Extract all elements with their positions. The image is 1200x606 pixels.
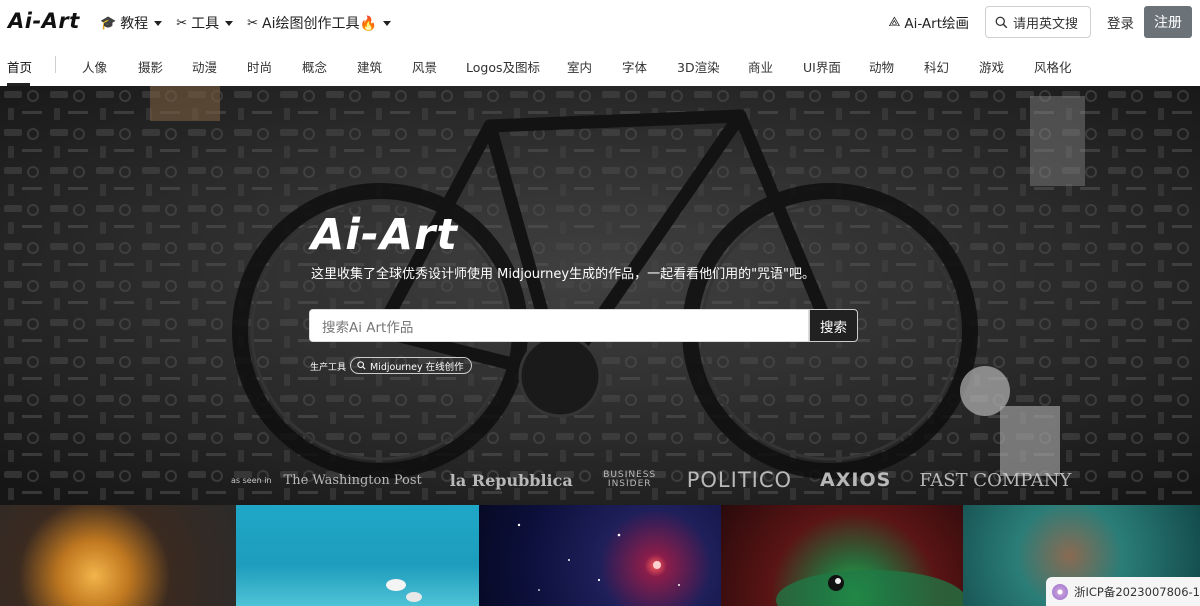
artwork-search-input[interactable]: 搜索Ai Art作品	[309, 309, 809, 342]
icp-badge-icon	[1052, 583, 1068, 600]
search-icon	[995, 16, 1008, 28]
register-button[interactable]: 注册	[1144, 6, 1192, 38]
press-logo-business-insider: BUSINESS INSIDER	[603, 470, 657, 489]
login-link[interactable]: 登录	[1107, 12, 1134, 32]
gallery-item[interactable]	[236, 505, 479, 606]
press-logo-fast-company: FAST COMPANY	[919, 469, 1072, 491]
artwork-gallery	[0, 505, 1200, 606]
midjourney-tool-chip[interactable]: Midjourney 在线创作	[350, 357, 472, 374]
top-header: Ai-Art 🎓 教程 ✂ 工具 ✂ Ai绘图创作工具🔥 ⟁ Ai-Art绘画	[0, 0, 1200, 46]
category-games[interactable]: 游戏	[979, 57, 1004, 76]
tools-label: 生产工具	[310, 363, 347, 373]
drawing-tool-icon: ⟁	[888, 14, 901, 30]
graduation-cap-icon: 🎓	[100, 15, 117, 31]
menu-tools-label: 工具	[191, 16, 220, 32]
ai-art-drawing-link[interactable]: ⟁ Ai-Art绘画	[888, 12, 969, 32]
caret-down-icon	[382, 20, 391, 26]
category-landscape[interactable]: 风景	[412, 57, 437, 76]
category-fashion[interactable]: 时尚	[247, 57, 272, 76]
category-home[interactable]: 首页	[7, 57, 32, 76]
category-concept[interactable]: 概念	[302, 57, 327, 76]
menu-tutorials-label: 教程	[120, 16, 149, 32]
category-business[interactable]: 商业	[748, 57, 773, 76]
tools-icon: ✂	[247, 15, 258, 31]
gallery-item[interactable]	[0, 505, 236, 606]
icp-number: 浙ICP备2023007806-1	[1074, 584, 1200, 599]
menu-ai-tools-label: Ai绘图创作工具🔥	[262, 16, 377, 32]
tool-chip-label: Midjourney 在线创作	[370, 361, 464, 373]
header-actions: ⟁ Ai-Art绘画 请用英文搜 登录 注册	[888, 6, 1192, 38]
search-icon	[357, 361, 366, 370]
menu-tools[interactable]: ✂ 工具	[176, 13, 234, 33]
menu-ai-tools[interactable]: ✂ Ai绘图创作工具🔥	[247, 13, 391, 33]
category-3d-render[interactable]: 3D渲染	[677, 57, 720, 76]
as-seen-in-label: as seen in	[231, 475, 272, 485]
gallery-item[interactable]	[721, 505, 963, 606]
tools-icon: ✂	[176, 15, 188, 31]
caret-down-icon	[154, 20, 163, 26]
caret-down-icon	[225, 20, 234, 26]
category-stylized[interactable]: 风格化	[1034, 57, 1072, 76]
artwork-search-button[interactable]: 搜索	[809, 309, 858, 342]
site-logo[interactable]: Ai-Art	[8, 9, 80, 33]
press-logo-repubblica: la Repubblica	[449, 470, 573, 490]
gallery-item[interactable]	[479, 505, 721, 606]
category-ui[interactable]: UI界面	[803, 57, 841, 76]
category-anime[interactable]: 动漫	[192, 57, 217, 76]
category-interior[interactable]: 室内	[567, 57, 592, 76]
category-animals[interactable]: 动物	[869, 57, 894, 76]
category-nav: 首页 人像 摄影 动漫 时尚 概念 建筑 风景 Logos及图标 室内 字体 3…	[0, 46, 1200, 86]
menu-tutorials[interactable]: 🎓 教程	[100, 13, 163, 33]
gallery-thumbnail	[776, 570, 963, 606]
hero-banner: Ai-Art 这里收集了全球优秀设计师使用 Midjourney生成的作品，一起…	[0, 86, 1200, 505]
category-portrait[interactable]: 人像	[82, 57, 107, 76]
english-search-label: 请用英文搜	[1013, 16, 1079, 32]
hero-subtitle: 这里收集了全球优秀设计师使用 Midjourney生成的作品，一起看看他们用的"…	[311, 267, 816, 282]
press-logo-politico: POLITICO	[686, 468, 793, 492]
nav-divider	[55, 56, 56, 73]
main-menu: 🎓 教程 ✂ 工具 ✂ Ai绘图创作工具🔥	[100, 13, 391, 33]
drawing-link-label: Ai-Art绘画	[904, 16, 969, 32]
press-logos: as seen in The Washington Post la Repubb…	[231, 468, 1099, 492]
press-logo-axios: AXIOS	[820, 469, 892, 491]
category-typography[interactable]: 字体	[622, 57, 647, 76]
hero-background-image	[0, 86, 1200, 505]
icp-record-badge[interactable]: 浙ICP备2023007806-1	[1046, 577, 1200, 606]
category-photography[interactable]: 摄影	[138, 57, 163, 76]
category-logos[interactable]: Logos及图标	[466, 57, 540, 76]
category-architecture[interactable]: 建筑	[357, 57, 382, 76]
english-search-button[interactable]: 请用英文搜	[985, 6, 1091, 38]
gallery-thumbnail	[517, 523, 680, 591]
press-logo-washington-post: The Washington Post	[283, 472, 422, 488]
category-scifi[interactable]: 科幻	[924, 57, 949, 76]
gallery-thumbnail	[386, 579, 422, 602]
hero-title: Ai-Art	[311, 210, 458, 260]
